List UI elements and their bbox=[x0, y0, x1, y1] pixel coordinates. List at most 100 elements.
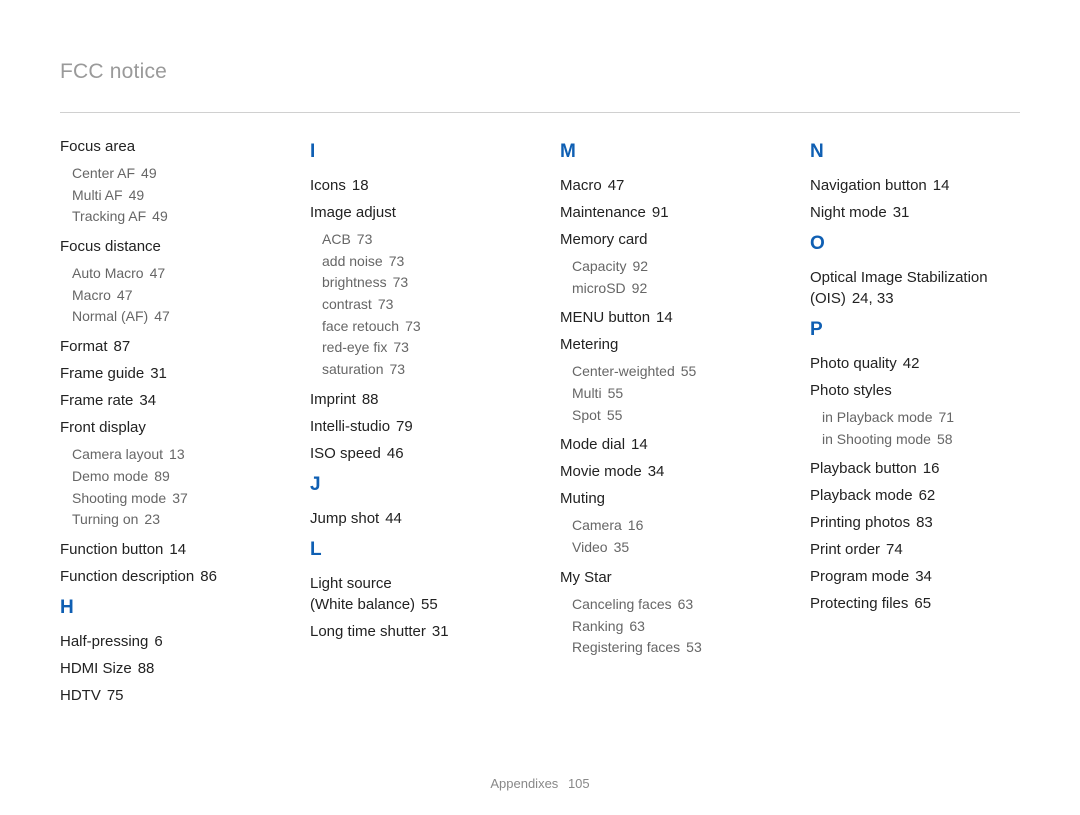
index-entry[interactable]: Playback mode 62 bbox=[810, 485, 1020, 506]
index-subentry[interactable]: Spot55 bbox=[572, 405, 770, 427]
subentry-page: 16 bbox=[628, 517, 644, 533]
entry-label: Print order bbox=[810, 541, 880, 558]
index-entry[interactable]: Macro47 bbox=[560, 175, 770, 196]
index-subentry[interactable]: Tracking AF49 bbox=[72, 206, 270, 228]
index-subentry[interactable]: in Playback mode71 bbox=[822, 407, 1020, 429]
document-title: FCC notice bbox=[60, 60, 1020, 84]
index-subentry[interactable]: Center AF49 bbox=[72, 163, 270, 185]
index-entry[interactable]: Function button14 bbox=[60, 539, 270, 560]
index-entry[interactable]: Playback button16 bbox=[810, 458, 1020, 479]
index-subentry[interactable]: Capacity92 bbox=[572, 256, 770, 278]
index-subentry[interactable]: Video35 bbox=[572, 537, 770, 559]
index-entry[interactable]: Maintenance91 bbox=[560, 202, 770, 223]
index-subentry[interactable]: saturation73 bbox=[322, 359, 520, 381]
index-subentry[interactable]: contrast73 bbox=[322, 294, 520, 316]
index-column: IIcons18Image adjustACB73add noise73brig… bbox=[310, 131, 520, 712]
index-entry[interactable]: Frame rate34 bbox=[60, 390, 270, 411]
index-subentry[interactable]: microSD92 bbox=[572, 278, 770, 300]
index-subentry[interactable]: in Shooting mode58 bbox=[822, 429, 1020, 451]
index-entry[interactable]: Mode dial14 bbox=[560, 434, 770, 455]
index-entry[interactable]: Format87 bbox=[60, 336, 270, 357]
index-entry[interactable]: Photo quality42 bbox=[810, 353, 1020, 374]
index-entry[interactable]: Metering bbox=[560, 334, 770, 355]
entry-page: 55 bbox=[421, 596, 438, 613]
index-subentry[interactable]: face retouch73 bbox=[322, 316, 520, 338]
index-entry[interactable]: Long time shutter31 bbox=[310, 621, 520, 642]
index-subentry[interactable]: Turning on23 bbox=[72, 509, 270, 531]
index-subentry[interactable]: Center-weighted55 bbox=[572, 361, 770, 383]
index-entry[interactable]: Night mode31 bbox=[810, 202, 1020, 223]
subentry-label: ACB bbox=[322, 231, 351, 247]
section-letter: M bbox=[560, 141, 770, 163]
subentry-label: Camera bbox=[572, 517, 622, 533]
index-entry[interactable]: ISO speed46 bbox=[310, 443, 520, 464]
index-subentry[interactable]: ACB73 bbox=[322, 229, 520, 251]
index-entry[interactable]: Movie mode34 bbox=[560, 461, 770, 482]
section-letter: P bbox=[810, 319, 1020, 341]
subentry-label: Demo mode bbox=[72, 468, 148, 484]
index-entry[interactable]: Protecting files65 bbox=[810, 593, 1020, 614]
index-subentry[interactable]: Normal (AF)47 bbox=[72, 306, 270, 328]
subentry-page: 55 bbox=[608, 385, 624, 401]
index-subentry[interactable]: Shooting mode37 bbox=[72, 488, 270, 510]
index-entry[interactable]: Intelli-studio79 bbox=[310, 416, 520, 437]
index-entry[interactable]: MENU button14 bbox=[560, 307, 770, 328]
index-entry[interactable]: Photo styles bbox=[810, 380, 1020, 401]
index-entry[interactable]: Front display bbox=[60, 417, 270, 438]
index-entry[interactable]: HDTV75 bbox=[60, 685, 270, 706]
index-entry[interactable]: Image adjust bbox=[310, 202, 520, 223]
index-subentry[interactable]: Camera layout13 bbox=[72, 444, 270, 466]
index-subentry[interactable]: Auto Macro47 bbox=[72, 263, 270, 285]
subentry-label: Center-weighted bbox=[572, 363, 675, 379]
section-letter: N bbox=[810, 141, 1020, 163]
subentries: Center-weighted55 Multi 55 Spot55 bbox=[572, 361, 770, 426]
index-entry[interactable]: Muting bbox=[560, 488, 770, 509]
index-entry[interactable]: Focus area bbox=[60, 136, 270, 157]
entry-page: 74 bbox=[886, 541, 903, 558]
index-entry[interactable]: Focus distance bbox=[60, 236, 270, 257]
entry-label: Playback mode bbox=[810, 487, 913, 504]
index-subentry[interactable]: Canceling faces63 bbox=[572, 594, 770, 616]
index-subentry[interactable]: Multi AF49 bbox=[72, 185, 270, 207]
index-subentry[interactable]: add noise73 bbox=[322, 251, 520, 273]
index-entry[interactable]: Icons18 bbox=[310, 175, 520, 196]
entry-page: 6 bbox=[154, 633, 162, 650]
section-letter: O bbox=[810, 233, 1020, 255]
entry-page: 88 bbox=[138, 660, 155, 677]
index-entry[interactable]: Half-pressing 6 bbox=[60, 631, 270, 652]
index-entry[interactable]: Print order 74 bbox=[810, 539, 1020, 560]
entry-label: Playback button bbox=[810, 460, 917, 477]
index-subentry[interactable]: Registering faces53 bbox=[572, 637, 770, 659]
subentry-label: Normal (AF) bbox=[72, 308, 148, 324]
index-subentry[interactable]: Multi 55 bbox=[572, 383, 770, 405]
index-entry[interactable]: Jump shot44 bbox=[310, 508, 520, 529]
subentries: Center AF49Multi AF49Tracking AF49 bbox=[72, 163, 270, 228]
index-subentry[interactable]: brightness73 bbox=[322, 272, 520, 294]
index-entry[interactable]: Program mode34 bbox=[810, 566, 1020, 587]
subentry-page: 47 bbox=[150, 265, 166, 281]
index-entry[interactable]: Printing photos83 bbox=[810, 512, 1020, 533]
index-entry[interactable]: Light source (White balance)55 bbox=[310, 573, 520, 615]
index-subentry[interactable]: Ranking63 bbox=[572, 616, 770, 638]
index-entry[interactable]: Function description86 bbox=[60, 566, 270, 587]
entry-label: Half-pressing bbox=[60, 633, 148, 650]
index-subentry[interactable]: Camera 16 bbox=[572, 515, 770, 537]
entry-page: 62 bbox=[919, 487, 936, 504]
index-subentry[interactable]: Demo mode89 bbox=[72, 466, 270, 488]
index-entry[interactable]: Navigation button14 bbox=[810, 175, 1020, 196]
index-entry[interactable]: My Star bbox=[560, 567, 770, 588]
entry-label: Image adjust bbox=[310, 204, 396, 221]
index-entry[interactable]: Imprint88 bbox=[310, 389, 520, 410]
page: FCC notice Focus area Center AF49Multi AF… bbox=[0, 0, 1080, 815]
index-subentry[interactable]: red-eye fix73 bbox=[322, 337, 520, 359]
entry-page: 65 bbox=[914, 595, 931, 612]
index-subentry[interactable]: Macro47 bbox=[72, 285, 270, 307]
index-entry[interactable]: HDMI Size88 bbox=[60, 658, 270, 679]
entry-page: 31 bbox=[150, 365, 167, 382]
subentry-label: Multi bbox=[572, 385, 602, 401]
index-entry[interactable]: Memory card bbox=[560, 229, 770, 250]
entry-label: MENU button bbox=[560, 309, 650, 326]
index-entry[interactable]: Optical Image Stabilization (OIS)24, 33 bbox=[810, 267, 1020, 309]
entry-label: Frame guide bbox=[60, 365, 144, 382]
index-entry[interactable]: Frame guide 31 bbox=[60, 363, 270, 384]
